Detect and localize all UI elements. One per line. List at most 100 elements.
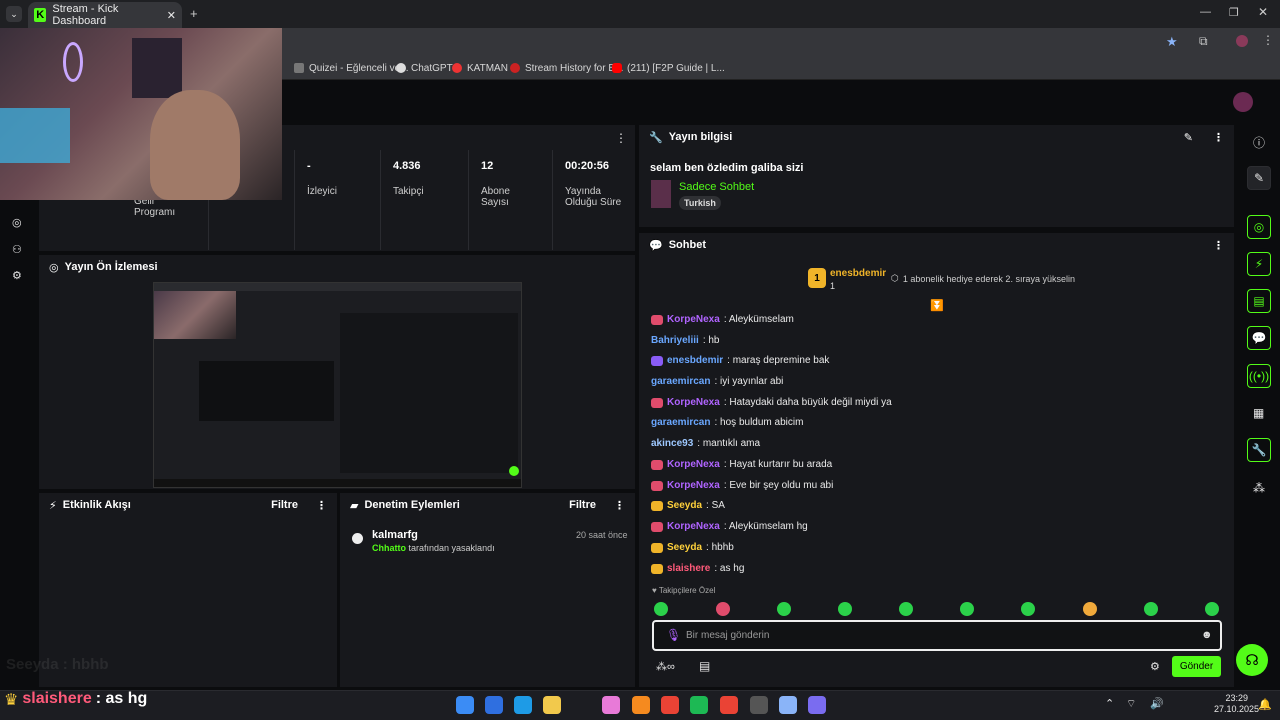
taskbar-app-icon[interactable] bbox=[750, 696, 768, 714]
bolt-rail-icon[interactable]: ⚡ bbox=[1247, 252, 1271, 276]
chat-username[interactable]: akince93 bbox=[651, 438, 693, 449]
new-tab-icon[interactable]: + bbox=[190, 6, 198, 21]
bookmark-quizei[interactable]: Quizei - Eğlenceli ve... bbox=[294, 60, 409, 76]
filter-button[interactable]: Filtre bbox=[569, 499, 596, 511]
extensions-icon[interactable]: ⧉ bbox=[1199, 34, 1208, 49]
bookmark-chatgpt[interactable]: ChatGPT bbox=[396, 60, 453, 76]
send-button[interactable]: Gönder bbox=[1172, 656, 1221, 677]
broadcast-rail-icon[interactable]: ((•)) bbox=[1247, 364, 1271, 388]
bookmark-star-icon[interactable]: ★ bbox=[1166, 34, 1178, 50]
chat-message[interactable]: KorpeNexa: Eve bir şey oldu mu abi bbox=[651, 480, 833, 491]
pinned-user[interactable]: enesbdemir bbox=[830, 268, 886, 279]
tray-chevron-icon[interactable]: ⌃ bbox=[1105, 697, 1114, 710]
menu-icon[interactable]: ⋮ bbox=[1262, 33, 1274, 47]
chat-username[interactable]: garaemircan bbox=[651, 376, 710, 387]
edit-icon[interactable]: ✎ bbox=[1184, 131, 1193, 144]
chat-message[interactable]: slaishere: as hg bbox=[651, 563, 744, 574]
taskbar-app-icon[interactable] bbox=[543, 696, 561, 714]
help-headset-icon[interactable]: ☊ bbox=[1236, 644, 1268, 676]
moderation-user[interactable]: kalmarfg bbox=[372, 529, 418, 541]
chat-username[interactable]: slaishere bbox=[667, 563, 710, 574]
taskbar-app-icon[interactable] bbox=[514, 696, 532, 714]
chat-username[interactable]: Seeyda bbox=[667, 500, 702, 511]
filter-button[interactable]: Filtre bbox=[271, 499, 298, 511]
emote-icon[interactable] bbox=[899, 602, 913, 616]
stream-icon[interactable]: ◎ bbox=[12, 216, 22, 229]
more-options-icon[interactable]: ⋮ bbox=[1213, 239, 1224, 252]
taskbar-app-icon[interactable] bbox=[690, 696, 708, 714]
notifications-icon[interactable]: 🔔 bbox=[1258, 698, 1272, 711]
chat-message[interactable]: Seeyda: hbhb bbox=[651, 542, 734, 553]
kick-points-icon[interactable]: ⁂∞ bbox=[656, 660, 675, 673]
microphone-icon[interactable]: 🎙 bbox=[666, 628, 681, 642]
window-close-icon[interactable]: ✕ bbox=[1258, 5, 1268, 19]
store-icon[interactable]: ▤ bbox=[699, 659, 710, 673]
edit-rail-icon[interactable]: ✎ bbox=[1247, 166, 1271, 190]
network-icon[interactable]: ⌔ bbox=[1126, 697, 1136, 711]
chat-message[interactable]: KorpeNexa: Hayat kurtarır bu arada bbox=[651, 459, 832, 470]
emote-icon[interactable] bbox=[1083, 602, 1097, 616]
taskbar-app-icon[interactable] bbox=[661, 696, 679, 714]
emote-icon[interactable] bbox=[777, 602, 791, 616]
taskbar-app-icon[interactable] bbox=[602, 696, 620, 714]
emote-icon[interactable] bbox=[654, 602, 668, 616]
chat-message[interactable]: garaemircan: hoş buldum abicim bbox=[651, 417, 803, 428]
chat-message[interactable]: Bahriyeliii: hb bbox=[651, 335, 720, 346]
users-icon[interactable]: ⚇ bbox=[12, 243, 22, 256]
taskbar-app-icon[interactable] bbox=[779, 696, 797, 714]
taskbar-app-icon[interactable] bbox=[485, 696, 503, 714]
user-avatar[interactable] bbox=[1233, 92, 1253, 112]
restore-icon[interactable]: ❐ bbox=[1229, 6, 1239, 19]
more-options-icon[interactable]: ⋮ bbox=[316, 499, 327, 512]
chat-message[interactable]: KorpeNexa: Aleykümselam hg bbox=[651, 521, 808, 532]
bookmark-katman[interactable]: KATMAN bbox=[452, 60, 508, 76]
chat-username[interactable]: KorpeNexa bbox=[667, 314, 720, 325]
scroll-down-icon[interactable]: ⏬ bbox=[930, 299, 944, 312]
settings-icon[interactable]: ⚙ bbox=[12, 269, 22, 282]
more-options-icon[interactable]: ⋮ bbox=[615, 131, 627, 145]
chat-username[interactable]: KorpeNexa bbox=[667, 480, 720, 491]
chat-username[interactable]: KorpeNexa bbox=[667, 397, 720, 408]
emote-icon[interactable] bbox=[1144, 602, 1158, 616]
chat-message[interactable]: enesbdemir: maraş depremine bak bbox=[651, 355, 829, 366]
chat-username[interactable]: Bahriyeliii bbox=[651, 335, 699, 346]
apps-rail-icon[interactable]: ⁂ bbox=[1253, 481, 1265, 495]
preview-rail-icon[interactable]: ◎ bbox=[1247, 215, 1271, 239]
more-options-icon[interactable]: ⋮ bbox=[1213, 131, 1224, 144]
volume-icon[interactable]: 🔊 bbox=[1150, 697, 1164, 710]
chat-settings-icon[interactable]: ⚙ bbox=[1150, 660, 1160, 673]
gift-prompt[interactable]: ⬡ 1 abonelik hediye ederek 2. sıraya yüks… bbox=[891, 273, 1075, 284]
chat-username[interactable]: garaemircan bbox=[651, 417, 710, 428]
taskbar-app-icon[interactable] bbox=[456, 696, 474, 714]
chat-message[interactable]: Seeyda: SA bbox=[651, 500, 725, 511]
chat-message[interactable]: akince93: mantıklı ama bbox=[651, 438, 760, 449]
stream-preview-video[interactable] bbox=[153, 282, 522, 488]
chat-rail-icon[interactable]: 💬 bbox=[1247, 326, 1271, 350]
taskbar-app-icon[interactable] bbox=[632, 696, 650, 714]
info-icon[interactable]: ⓘ bbox=[1253, 134, 1265, 151]
chat-message[interactable]: KorpeNexa: Hataydaki daha büyük değil mi… bbox=[651, 397, 892, 408]
emote-icon[interactable] bbox=[838, 602, 852, 616]
wrench-rail-icon[interactable]: 🔧 bbox=[1247, 438, 1271, 462]
tab-search-icon[interactable]: ⌄ bbox=[6, 6, 22, 22]
taskbar-app-icon[interactable] bbox=[720, 696, 738, 714]
emote-icon[interactable] bbox=[1205, 602, 1219, 616]
emoji-icon[interactable]: ☻ bbox=[1201, 629, 1213, 641]
chat-username[interactable]: enesbdemir bbox=[667, 355, 723, 366]
taskbar-app-icon[interactable] bbox=[808, 696, 826, 714]
emote-icon[interactable] bbox=[1021, 602, 1035, 616]
chat-username[interactable]: KorpeNexa bbox=[667, 459, 720, 470]
browser-tab[interactable]: K Stream - Kick Dashboard ✕ bbox=[28, 2, 182, 28]
chat-message[interactable]: KorpeNexa: Aleykümselam bbox=[651, 314, 794, 325]
emote-icon[interactable] bbox=[960, 602, 974, 616]
more-options-icon[interactable]: ⋮ bbox=[614, 499, 625, 512]
category-link[interactable]: Sadece Sohbet bbox=[679, 181, 754, 193]
profile-avatar[interactable] bbox=[1236, 35, 1248, 47]
chat-message[interactable]: garaemircan: iyi yayınlar abi bbox=[651, 376, 783, 387]
clock[interactable]: 23:29 27.10.2025 bbox=[1214, 693, 1259, 715]
chat-username[interactable]: Seeyda bbox=[667, 542, 702, 553]
emote-icon[interactable] bbox=[716, 602, 730, 616]
bookmark-stream-history[interactable]: Stream History for B... bbox=[510, 60, 623, 76]
list-rail-icon[interactable]: ▤ bbox=[1247, 289, 1271, 313]
close-icon[interactable]: ✕ bbox=[167, 9, 176, 22]
